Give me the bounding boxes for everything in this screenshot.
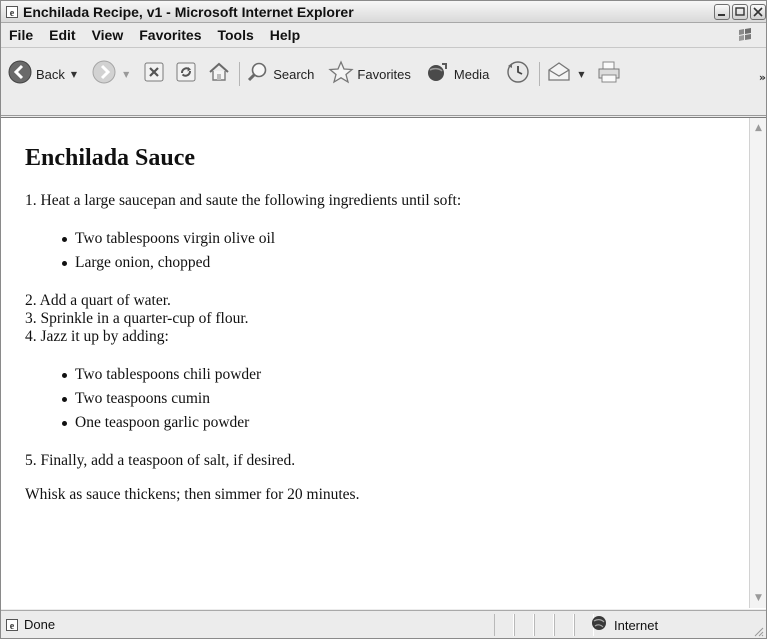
scroll-down-icon[interactable]: ▼: [751, 590, 766, 606]
menu-edit[interactable]: Edit: [41, 27, 83, 43]
back-dropdown-icon[interactable]: ▼: [71, 70, 77, 79]
step-4: 4. Jazz it up by adding:: [25, 328, 169, 345]
list-item: One teaspoon garlic powder: [52, 411, 740, 435]
mail-button[interactable]: ▼: [546, 60, 584, 89]
resize-grip-icon[interactable]: [752, 624, 764, 637]
close-icon[interactable]: [750, 4, 766, 20]
step-5: 5. Finally, add a teaspoon of salt, if d…: [25, 452, 296, 469]
menu-file[interactable]: File: [1, 27, 41, 43]
step-2: 2. Add a quart of water.: [25, 292, 171, 309]
windows-logo-icon: [736, 26, 756, 44]
svg-text:e: e: [10, 8, 15, 19]
home-icon: [207, 60, 231, 89]
toolbar: Back ▼ ▼ Search Favorites Media ▼ »: [1, 49, 766, 116]
mail-dropdown-icon[interactable]: ▼: [578, 70, 584, 79]
minimize-icon[interactable]: [714, 4, 730, 20]
media-label: Media: [453, 66, 490, 82]
menu-favorites[interactable]: Favorites: [131, 27, 209, 43]
menu-view[interactable]: View: [84, 27, 132, 43]
search-button[interactable]: Search: [246, 60, 314, 89]
menu-bar: File Edit View Favorites Tools Help: [1, 23, 766, 48]
home-button[interactable]: [207, 60, 231, 89]
forward-dropdown-icon[interactable]: ▼: [123, 70, 129, 79]
ingredient-list-2: Two tablespoons chili powder Two teaspoo…: [52, 363, 740, 435]
status-bar: e Done Internet: [1, 610, 766, 638]
step-3: 3. Sprinkle in a quarter-cup of flour.: [25, 310, 249, 327]
search-label: Search: [273, 66, 315, 82]
refresh-button[interactable]: [175, 61, 197, 88]
media-button[interactable]: Media: [425, 60, 489, 89]
print-button[interactable]: [596, 59, 622, 90]
refresh-icon: [175, 61, 197, 88]
zone-label: Internet: [614, 618, 659, 633]
internet-globe-icon: [591, 615, 607, 636]
closing-text: Whisk as sauce thickens; then simmer for…: [25, 486, 360, 503]
scroll-up-icon[interactable]: ▲: [751, 120, 766, 136]
page-heading: Enchilada Sauce: [25, 145, 196, 171]
list-item: Two tablespoons virgin olive oil: [52, 227, 740, 251]
mail-icon: [546, 60, 572, 89]
status-text: Done: [24, 617, 56, 632]
menu-help[interactable]: Help: [262, 27, 308, 43]
step-1: 1. Heat a large saucepan and saute the f…: [25, 192, 462, 209]
window-title: Enchilada Recipe, v1 - Microsoft Interne…: [23, 3, 354, 20]
vertical-scrollbar[interactable]: ▲ ▼: [749, 118, 766, 608]
page-viewport[interactable]: Enchilada Sauce 1. Heat a large saucepan…: [1, 117, 766, 609]
history-icon: [505, 59, 531, 90]
back-button[interactable]: Back ▼: [7, 59, 77, 90]
media-icon: [425, 60, 451, 89]
back-icon: [7, 59, 33, 90]
favorites-button[interactable]: Favorites: [328, 59, 411, 89]
list-item: Two tablespoons chili powder: [52, 363, 740, 387]
toolbar-separator: [539, 62, 541, 86]
forward-icon: [91, 59, 117, 90]
list-item: Two teaspoons cumin: [52, 387, 740, 411]
list-item: Large onion, chopped: [52, 251, 740, 275]
browser-window: e Enchilada Recipe, v1 - Microsoft Inter…: [0, 0, 767, 639]
title-bar[interactable]: e Enchilada Recipe, v1 - Microsoft Inter…: [1, 1, 766, 23]
maximize-icon[interactable]: [732, 4, 748, 20]
document-body: Enchilada Sauce 1. Heat a large saucepan…: [25, 144, 740, 504]
stop-button[interactable]: [143, 61, 165, 88]
page-done-icon: e: [5, 618, 19, 632]
print-icon: [596, 59, 622, 90]
toolbar-separator: [239, 62, 241, 86]
menu-tools[interactable]: Tools: [209, 27, 261, 43]
stop-icon: [143, 61, 165, 88]
history-button[interactable]: [505, 59, 531, 90]
search-icon: [246, 60, 270, 89]
forward-button[interactable]: ▼: [91, 59, 129, 90]
security-zone: Internet: [591, 615, 658, 636]
favorites-label: Favorites: [357, 66, 411, 82]
ingredient-list-1: Two tablespoons virgin olive oil Large o…: [52, 227, 740, 275]
favorites-icon: [328, 59, 355, 89]
svg-text:e: e: [10, 621, 15, 632]
ie-page-icon: e: [5, 5, 19, 19]
back-label: Back: [36, 66, 65, 82]
toolbar-more-icon[interactable]: »: [759, 71, 766, 84]
